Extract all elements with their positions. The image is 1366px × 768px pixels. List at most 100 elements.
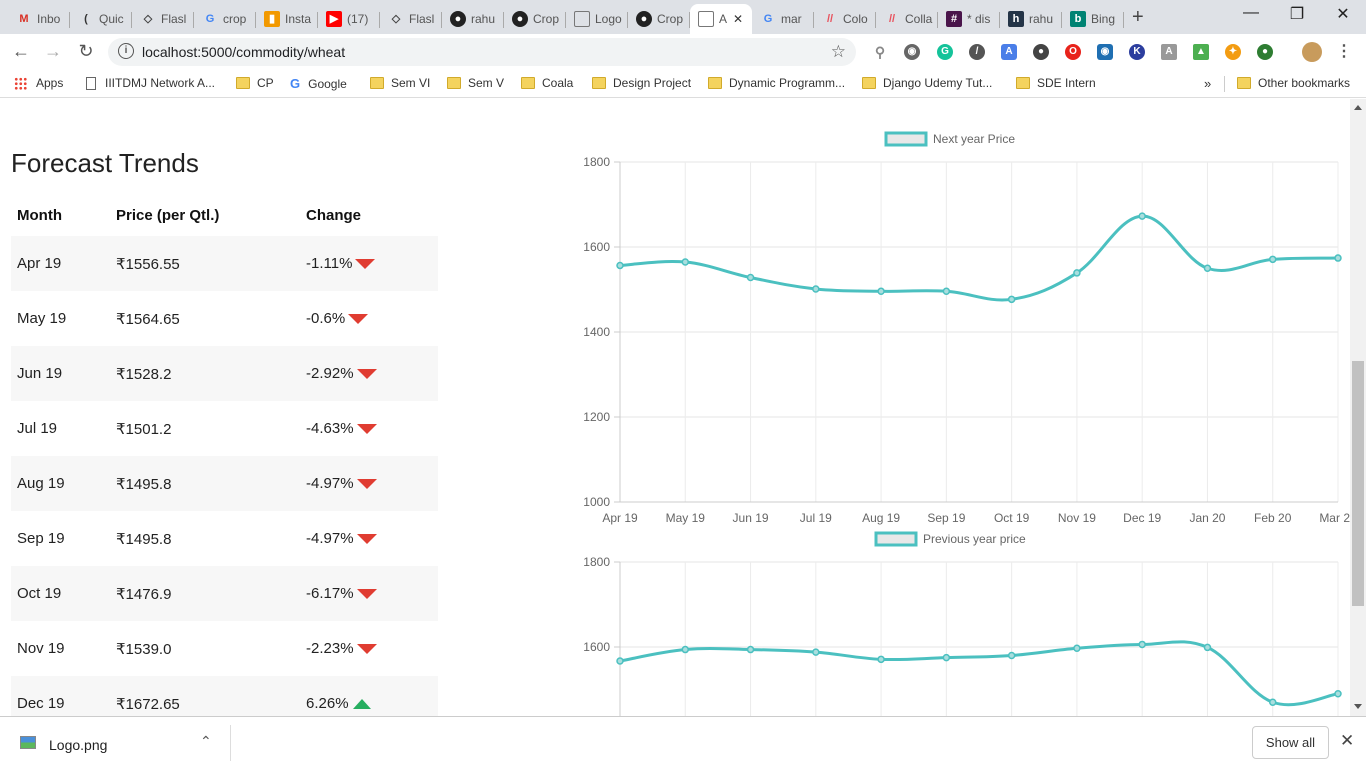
page-content: Forecast Trends Month Price (per Qtl.) C… — [0, 99, 1350, 716]
arrow-down-icon — [356, 478, 377, 489]
tab-0[interactable]: M Inbo — [8, 4, 70, 34]
more-bookmarks-button[interactable]: » — [1204, 76, 1211, 91]
tab-2[interactable]: ◇ Flasl — [132, 4, 194, 34]
month-cell: Jun 19 — [17, 365, 63, 382]
data-point — [1268, 698, 1277, 706]
show-all-button[interactable]: Show all — [1252, 726, 1329, 759]
download-filename[interactable]: Logo.png — [49, 737, 107, 753]
x-tick-label: Dec 19 — [1123, 511, 1161, 525]
tab-9[interactable]: Logo — [566, 4, 628, 34]
bookmark-7[interactable]: Design Project — [592, 76, 691, 90]
y-tick-label: 1600 — [583, 240, 610, 254]
tab-12[interactable]: Gmar — [752, 4, 814, 34]
github-icon: ● — [636, 11, 652, 27]
close-shelf-icon[interactable]: ✕ — [1340, 731, 1354, 751]
arrow-down-icon — [356, 588, 377, 599]
bookmark-8[interactable]: Dynamic Programm... — [708, 76, 845, 90]
forward-icon[interactable]: → — [42, 41, 64, 62]
bookmark-label: CP — [257, 76, 274, 90]
opera-icon[interactable]: O — [1065, 44, 1081, 60]
close-window-icon[interactable]: ✕ — [1320, 4, 1366, 24]
scroll-up-icon[interactable] — [1354, 105, 1362, 110]
camera-icon[interactable]: ◉ — [904, 44, 920, 60]
site-info-icon[interactable]: i — [118, 43, 134, 59]
tab-11[interactable]: A ✕ — [690, 4, 752, 34]
tab-17[interactable]: b Bing — [1062, 4, 1124, 34]
bookmark-star-icon[interactable]: ☆ — [831, 42, 846, 62]
menu-icon[interactable]: ⋮ — [1336, 44, 1352, 60]
back-icon[interactable]: ← — [10, 41, 32, 62]
bookmark-0[interactable]: Apps — [14, 76, 63, 90]
tab-13[interactable]: // Colo — [814, 4, 876, 34]
bookmark-9[interactable]: Django Udemy Tut... — [862, 76, 992, 90]
new-tab-button[interactable]: + — [1132, 6, 1144, 29]
tab-label: Colo — [843, 12, 868, 26]
gmail-icon: M — [19, 13, 29, 25]
tab-label: A — [719, 12, 728, 26]
scroll-down-icon[interactable] — [1354, 704, 1362, 709]
avatar[interactable] — [1302, 42, 1322, 62]
y-tick-label: 1200 — [583, 410, 610, 424]
tab-10[interactable]: ● Crop — [628, 4, 690, 34]
extension-icon[interactable]: ● — [1033, 44, 1049, 60]
change-cell: -2.92% — [300, 365, 438, 382]
legend-label: Previous year price — [923, 532, 1026, 546]
bookmark-2[interactable]: CP — [236, 76, 274, 90]
tab-16[interactable]: h rahu — [1000, 4, 1062, 34]
zoom-icon[interactable]: ⚲ — [872, 44, 888, 60]
data-point — [681, 258, 690, 266]
pinwheel-icon[interactable]: ✦ — [1225, 44, 1241, 60]
tab-label: Quic — [99, 12, 124, 26]
eyedropper-icon[interactable]: / — [969, 44, 985, 60]
x-tick-label: Feb 20 — [1254, 511, 1292, 525]
scrollbar[interactable] — [1350, 99, 1366, 716]
compass-icon[interactable]: ◉ — [1097, 44, 1113, 60]
youtube-icon: ▶ — [326, 11, 342, 27]
tab-label: Flasl — [161, 12, 187, 26]
url-text[interactable]: localhost:5000/commodity/wheat — [142, 44, 345, 60]
column-month: Month — [17, 206, 62, 224]
price-cell: ₹1495.8 — [116, 530, 172, 548]
address-bar[interactable]: i localhost:5000/commodity/wheat ☆ — [108, 38, 856, 66]
restore-icon[interactable]: ❐ — [1274, 4, 1320, 24]
close-tab-icon[interactable]: ✕ — [733, 12, 743, 26]
table-row: Sep 19 ₹1495.8 -4.97% — [11, 511, 438, 566]
k-extension-icon[interactable]: K — [1129, 44, 1145, 60]
page-title: Forecast Trends — [11, 148, 199, 178]
bookmark-6[interactable]: Coala — [521, 76, 573, 90]
tab-5[interactable]: ▶ (17) — [318, 4, 380, 34]
data-point — [1203, 264, 1212, 272]
reload-icon[interactable]: ↻ — [75, 41, 97, 62]
data-point — [1138, 640, 1146, 649]
tab-6[interactable]: ◇ Flasl — [380, 4, 442, 34]
legend-swatch — [874, 531, 918, 547]
page-icon — [86, 76, 96, 90]
tab-3[interactable]: Gcrop — [194, 4, 256, 34]
bookmark-5[interactable]: Sem V — [447, 76, 504, 90]
diamond-icon: ◇ — [391, 13, 401, 25]
globe-icon[interactable]: ● — [1257, 44, 1273, 60]
minimize-icon[interactable]: — — [1228, 4, 1274, 22]
tab-1[interactable]: (Quic — [70, 4, 132, 34]
grammarly-icon[interactable]: G — [937, 44, 953, 60]
other-bookmarks-folder[interactable]: Other bookmarks — [1237, 76, 1350, 90]
folder-icon — [447, 77, 461, 89]
change-value: -6.17% — [306, 585, 354, 602]
bookmark-1[interactable]: IIITDMJ Network A... — [86, 76, 215, 90]
scrollbar-thumb[interactable] — [1352, 361, 1364, 606]
tab-8[interactable]: ● Crop — [504, 4, 566, 34]
chevron-up-icon[interactable]: ⌃ — [200, 733, 212, 750]
pdf-icon[interactable]: A — [1161, 44, 1177, 60]
apps-icon — [14, 76, 27, 90]
tab-separator — [1123, 12, 1124, 28]
translate-icon[interactable]: A — [1001, 44, 1017, 60]
change-value: -2.92% — [306, 365, 354, 382]
tab-4[interactable]: ▮ Insta — [256, 4, 318, 34]
bookmark-4[interactable]: Sem VI — [370, 76, 430, 90]
tab-7[interactable]: ● rahu — [442, 4, 504, 34]
drive-icon[interactable]: ▲ — [1193, 44, 1209, 60]
bookmark-3[interactable]: G Google — [290, 76, 347, 91]
bookmark-10[interactable]: SDE Intern — [1016, 76, 1096, 90]
tab-15[interactable]: # * dis — [938, 4, 1000, 34]
tab-14[interactable]: // Colla — [876, 4, 938, 34]
